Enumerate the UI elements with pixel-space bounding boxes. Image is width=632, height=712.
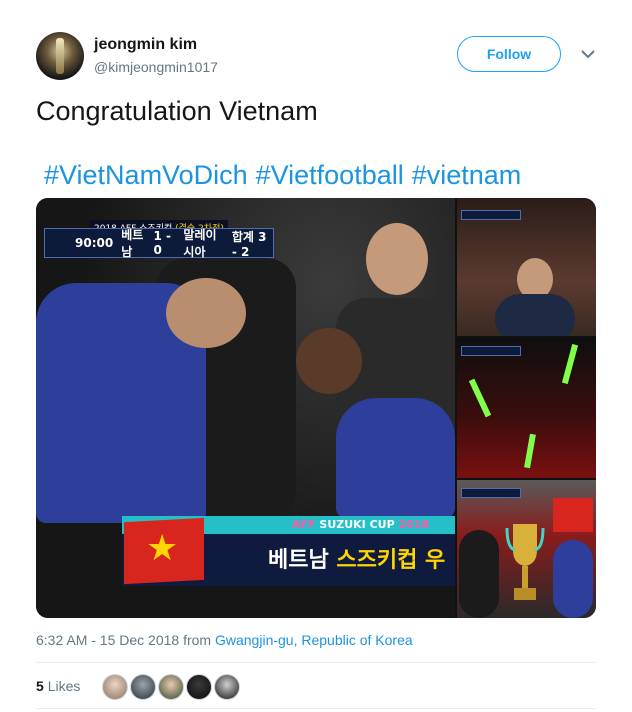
media-photo-fans[interactable] xyxy=(457,338,596,478)
divider xyxy=(36,708,596,709)
chevron-down-icon[interactable] xyxy=(578,44,598,64)
trophy-icon xyxy=(505,524,545,600)
banner-caption: 베트남 스즈키컵 우 xyxy=(268,548,446,573)
liker-avatar[interactable] xyxy=(130,674,156,700)
scoreboard-time: 90:00 xyxy=(75,236,114,250)
timestamp-text[interactable]: 6:32 AM - 15 Dec 2018 from xyxy=(36,632,211,648)
player-face xyxy=(296,328,362,394)
likes-count[interactable]: 5 Likes xyxy=(36,678,80,694)
media-photo-celebration[interactable] xyxy=(457,198,596,336)
official-figure xyxy=(459,530,499,618)
media-photo-trophy[interactable] xyxy=(457,480,596,618)
tweet-text: Congratulation Vietnam xyxy=(36,96,318,126)
player-figure xyxy=(336,398,455,518)
liker-avatar[interactable] xyxy=(186,674,212,700)
coach-face xyxy=(366,223,428,295)
glowstick-icon xyxy=(524,433,536,469)
liker-avatar[interactable] xyxy=(158,674,184,700)
scoreboard-mini xyxy=(461,488,521,498)
author-name[interactable]: jeongmin kim xyxy=(94,36,197,54)
glowstick-icon xyxy=(468,378,492,418)
scoreboard-away: 말레이시아 xyxy=(183,228,217,259)
player-face xyxy=(166,278,246,348)
hashtag-link[interactable]: #Vietfootball xyxy=(256,160,404,190)
scoreboard-score: 1 - 0 xyxy=(153,229,171,257)
media-photo-main[interactable]: 2018 AFF 스즈키컵 (결승 2차전) 90:00 베트남 1 - 0 말… xyxy=(36,198,455,618)
media-grid: 2018 AFF 스즈키컵 (결승 2차전) 90:00 베트남 1 - 0 말… xyxy=(36,198,596,618)
hashtag-list: #VietNamVoDich #Vietfootball #vietnam xyxy=(44,160,529,190)
hashtag-link[interactable]: #vietnam xyxy=(412,160,522,190)
scoreboard-home: 베트남 xyxy=(121,228,144,259)
author-handle[interactable]: @kimjeongmin1017 xyxy=(94,59,218,75)
scoreboard-mini xyxy=(461,346,521,356)
glowstick-icon xyxy=(561,343,579,385)
liker-avatar[interactable] xyxy=(102,674,128,700)
suzuki-cup-logo: AFF SUZUKI CUP 2018 xyxy=(292,518,430,531)
author-avatar[interactable] xyxy=(36,32,84,80)
scoreboard-aggregate: 합계 3 - 2 xyxy=(231,229,267,259)
hashtag-link[interactable]: #VietNamVoDich xyxy=(44,160,248,190)
spectator-figure xyxy=(495,294,575,336)
scoreboard-mini xyxy=(461,210,521,220)
scoreboard: 90:00 베트남 1 - 0 말레이시아 합계 3 - 2 xyxy=(44,228,274,259)
divider xyxy=(36,662,596,663)
location-link[interactable]: Gwangjin-gu, Republic of Korea xyxy=(215,632,413,648)
vietnam-flag-icon xyxy=(553,498,593,532)
tweet-timestamp: 6:32 AM - 15 Dec 2018 from Gwangjin-gu, … xyxy=(36,632,413,648)
star-icon: ★ xyxy=(146,527,179,568)
player-figure xyxy=(553,540,593,618)
follow-button[interactable]: Follow xyxy=(457,36,561,72)
liker-avatar[interactable] xyxy=(214,674,240,700)
